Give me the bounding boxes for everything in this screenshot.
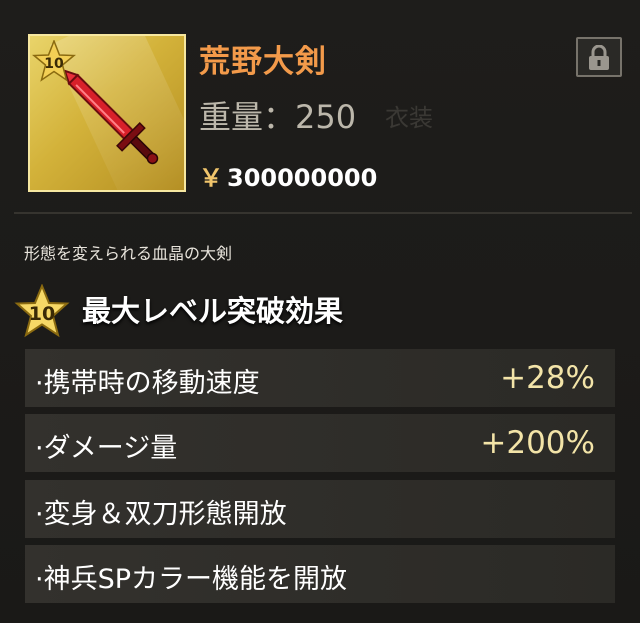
item-name: 荒野大剣 [199, 44, 327, 80]
item-icon-frame[interactable]: 10 [28, 34, 186, 192]
effect-label: ·ダメージ量 [35, 433, 178, 464]
effect-label: ·変身＆双刀形態開放 [35, 499, 287, 530]
divider [14, 212, 632, 214]
effect-value: +28% [500, 360, 595, 396]
item-description: 形態を変えられる血晶の大剣 [24, 244, 233, 263]
effect-label: ·神兵SPカラー機能を開放 [35, 564, 348, 595]
limit-level-text: 10 [29, 303, 55, 325]
effect-row: ·携帯時の移動速度 +28% [25, 349, 615, 407]
background-label: 衣装 [385, 104, 433, 132]
effect-value: +200% [480, 425, 595, 461]
limit-break-header: 10 最大レベル突破効果 [14, 282, 634, 338]
effect-row: ·変身＆双刀形態開放 [25, 480, 615, 538]
item-price: ￥ 300000000 [199, 158, 377, 193]
limit-break-title: 最大レベル突破効果 [82, 294, 344, 328]
price-value: 300000000 [227, 164, 378, 192]
level-star-icon: 10 [32, 40, 76, 82]
item-detail-panel: 衣装 10 荒野大剣 重量：250 ￥ 300000000 形態を変えられる血晶… [0, 0, 640, 623]
currency-symbol: ￥ [199, 164, 223, 192]
item-weight: 重量：250 [199, 98, 357, 136]
limit-star-icon: 10 [14, 284, 70, 338]
lock-button[interactable] [576, 37, 622, 77]
effect-row: ·神兵SPカラー機能を開放 [25, 545, 615, 603]
lock-icon [589, 45, 609, 70]
item-level-text: 10 [44, 56, 64, 72]
effect-row: ·ダメージ量 +200% [25, 414, 615, 472]
effect-label: ·携帯時の移動速度 [35, 368, 260, 399]
